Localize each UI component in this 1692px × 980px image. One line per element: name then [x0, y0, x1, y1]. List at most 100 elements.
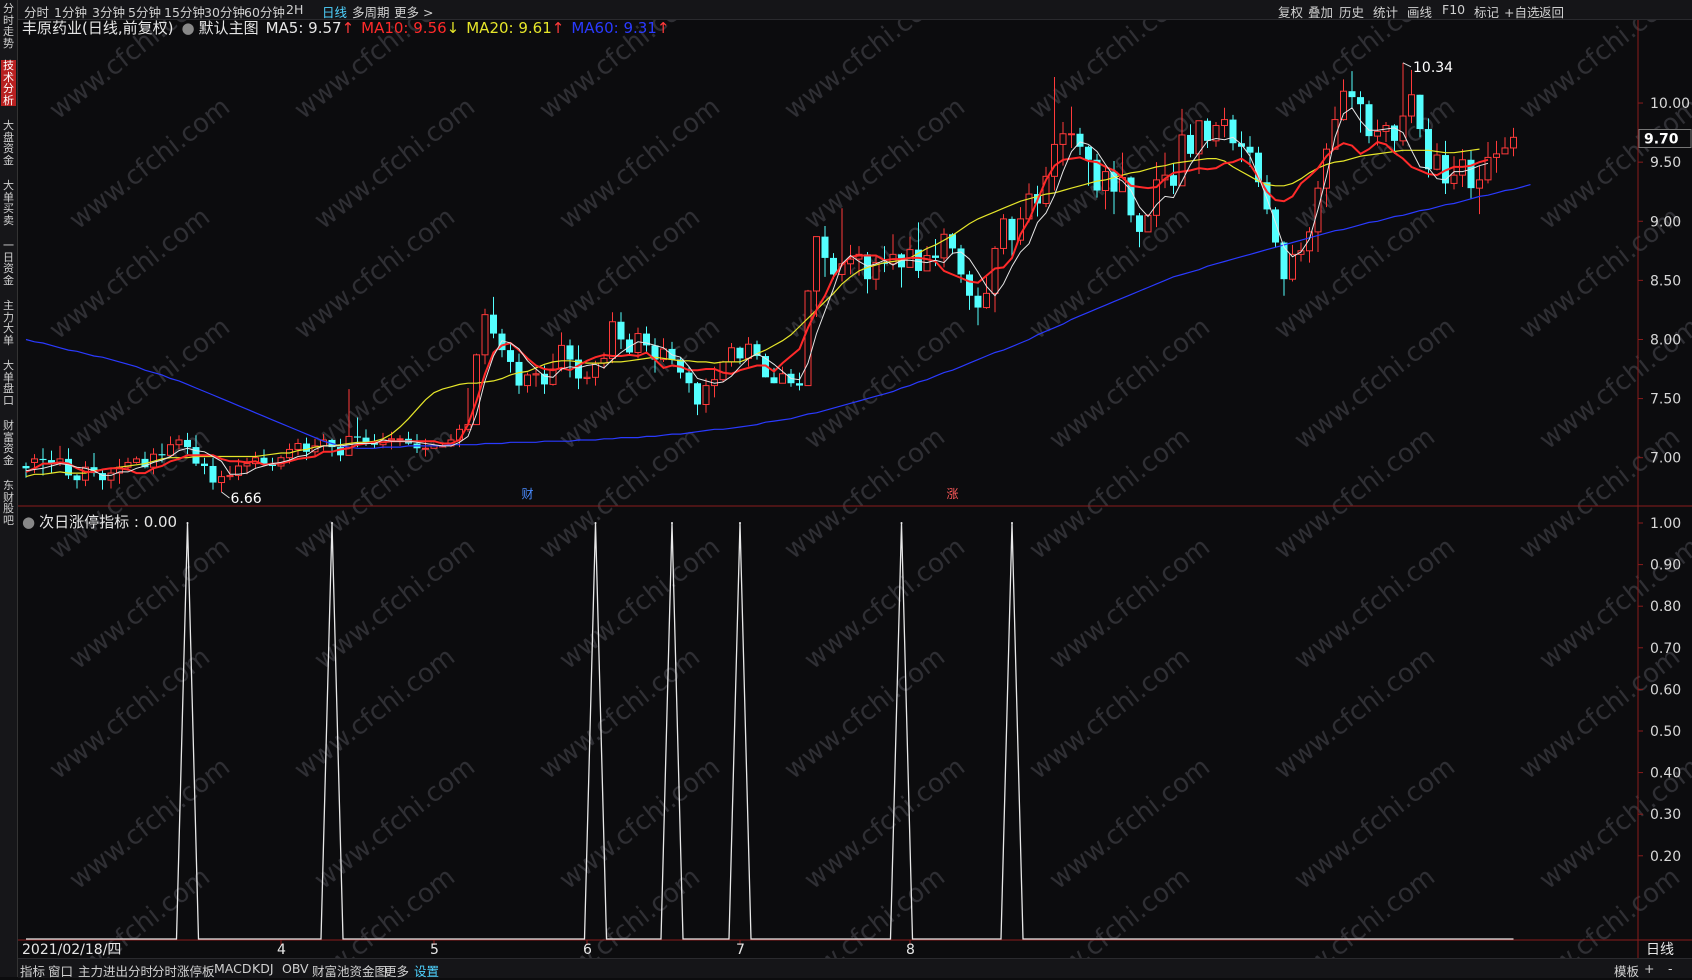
candle[interactable] — [566, 339, 574, 378]
candle[interactable] — [1229, 114, 1237, 151]
candle[interactable] — [1484, 142, 1492, 184]
candle[interactable] — [1170, 163, 1177, 195]
candle[interactable] — [1289, 244, 1296, 282]
top-nav-item[interactable]: 多周期 — [352, 2, 390, 21]
bottom-tab[interactable]: 指标 — [20, 961, 45, 980]
candle[interactable] — [1076, 127, 1084, 156]
candle[interactable] — [490, 296, 497, 339]
bottom-tab[interactable]: 设置 — [414, 961, 439, 980]
candle[interactable] — [201, 457, 208, 475]
left-tab[interactable]: 财富资金 — [1, 420, 16, 466]
bottom-tab[interactable]: 更多 — [384, 961, 409, 980]
candle[interactable] — [617, 312, 625, 349]
candle[interactable] — [73, 474, 81, 489]
candle[interactable] — [1510, 127, 1517, 157]
right-nav-item[interactable]: 叠加 — [1308, 2, 1333, 21]
bottom-tab[interactable]: 分时涨停板 — [152, 961, 215, 980]
event-marker[interactable]: 涨 — [947, 486, 959, 501]
candle[interactable] — [1501, 137, 1509, 155]
top-nav-item[interactable]: 更多 > — [394, 2, 433, 21]
candle[interactable] — [405, 431, 412, 445]
candle[interactable] — [711, 366, 718, 398]
bottom-tab[interactable]: OBV — [282, 961, 309, 976]
right-nav-item[interactable]: 统计 — [1373, 2, 1398, 21]
candle[interactable] — [252, 451, 259, 469]
left-tab[interactable]: 大单买卖 — [1, 180, 16, 226]
candle[interactable] — [583, 371, 591, 385]
candle[interactable] — [821, 225, 829, 277]
candle[interactable] — [974, 287, 982, 326]
candle[interactable] — [507, 343, 514, 373]
top-nav-item[interactable]: 15分钟 — [164, 2, 205, 21]
bottom-right-button[interactable]: - — [1668, 961, 1673, 976]
bottom-tab[interactable]: MACD — [214, 961, 251, 976]
candle[interactable] — [532, 366, 540, 387]
candle[interactable] — [702, 378, 710, 413]
candle[interactable] — [1459, 149, 1466, 187]
candle[interactable] — [1000, 214, 1007, 255]
candle[interactable] — [1408, 69, 1415, 124]
top-nav-item[interactable]: 30分钟 — [204, 2, 245, 21]
candle[interactable] — [481, 308, 489, 365]
left-tab[interactable]: 东财股吧 — [1, 480, 16, 526]
candle[interactable] — [1161, 152, 1169, 189]
kline-chart[interactable]: www.cfchi.com www.cfchi.com www.cfchi.com w… — [18, 20, 1692, 958]
left-tab[interactable]: 技术分析 — [1, 60, 16, 106]
bottom-right-button[interactable]: 模板 — [1614, 961, 1639, 980]
indicator-name[interactable]: 次日涨停指标 — [39, 513, 129, 531]
candle[interactable] — [524, 372, 531, 393]
left-tab[interactable]: 大盘资金 — [1, 120, 16, 166]
candle[interactable] — [39, 448, 47, 476]
candle[interactable] — [1365, 100, 1373, 144]
candle[interactable] — [90, 452, 98, 477]
bottom-tab[interactable]: KDJ — [252, 961, 274, 976]
right-nav-item[interactable]: 历史 — [1339, 2, 1364, 21]
candle[interactable] — [99, 469, 106, 490]
candle[interactable] — [1433, 143, 1441, 171]
top-nav-item[interactable]: 60分钟 — [244, 2, 285, 21]
candle[interactable] — [1212, 121, 1220, 147]
left-tab[interactable]: 一日资金 — [1, 240, 16, 286]
period-label[interactable]: 日线 — [1646, 942, 1674, 958]
left-tab[interactable]: 分时走势 — [1, 3, 16, 49]
right-nav-item[interactable]: 画线 — [1407, 2, 1432, 21]
candle[interactable] — [966, 270, 973, 310]
candle[interactable] — [1467, 150, 1475, 199]
candle[interactable] — [745, 337, 752, 367]
candle[interactable] — [728, 343, 735, 367]
candle[interactable] — [940, 228, 948, 268]
bottom-tab[interactable]: 主力进出分时 — [78, 961, 153, 980]
bottom-tab[interactable]: 窗口 — [48, 961, 73, 980]
candle[interactable] — [1493, 140, 1500, 173]
candle[interactable] — [1195, 120, 1203, 174]
candle[interactable] — [133, 456, 140, 464]
candle[interactable] — [1272, 207, 1279, 248]
main-mode[interactable]: 默认主图 — [199, 20, 259, 37]
top-nav-item[interactable]: 5分钟 — [128, 2, 161, 21]
left-tab[interactable]: 主力大单 — [1, 300, 16, 346]
candle[interactable] — [1450, 156, 1458, 190]
right-nav-item[interactable]: +自选 — [1504, 2, 1539, 21]
candle[interactable] — [1442, 140, 1449, 195]
right-nav-item[interactable]: 标记 — [1474, 2, 1499, 21]
candle[interactable] — [983, 276, 990, 309]
bottom-right-button[interactable]: + — [1644, 961, 1654, 976]
candle[interactable] — [1068, 106, 1075, 148]
candle[interactable] — [991, 246, 999, 313]
candle[interactable] — [753, 340, 761, 360]
top-nav-item[interactable]: 3分钟 — [92, 2, 125, 21]
candle[interactable] — [804, 289, 812, 387]
candle[interactable] — [1331, 106, 1339, 150]
left-tab[interactable]: 大单盘口 — [1, 360, 16, 406]
candle[interactable] — [48, 450, 55, 474]
top-nav-item[interactable]: 分时 — [24, 2, 49, 21]
candle[interactable] — [1221, 107, 1228, 138]
top-nav-item[interactable]: 1分钟 — [54, 2, 87, 21]
candle[interactable] — [167, 436, 174, 456]
top-nav-item[interactable]: 2H — [286, 2, 303, 17]
candle[interactable] — [694, 382, 701, 416]
candle[interactable] — [1357, 91, 1364, 133]
event-marker[interactable]: 财 — [522, 487, 534, 501]
candle[interactable] — [294, 438, 302, 456]
candle[interactable] — [260, 449, 268, 465]
